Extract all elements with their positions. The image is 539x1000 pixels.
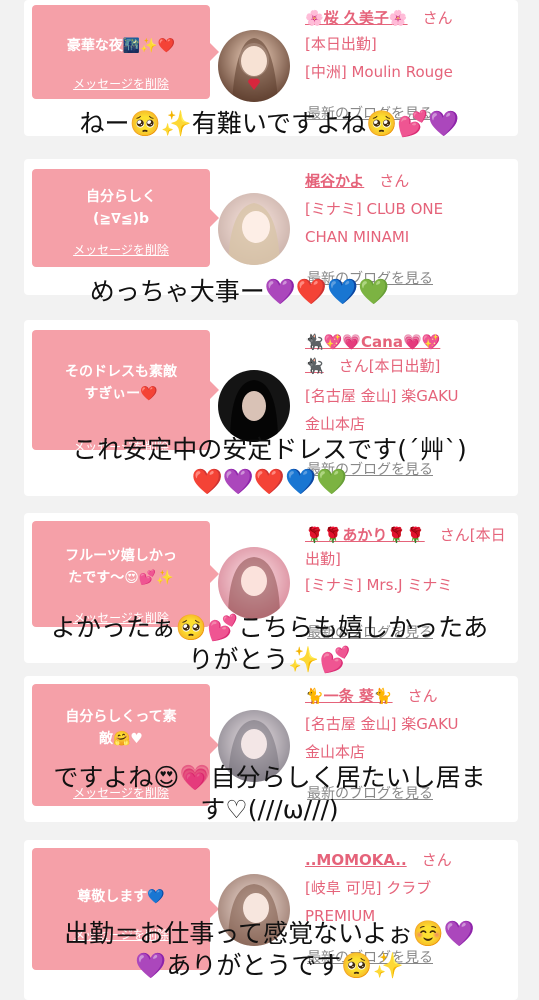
reply-caption: めっちゃ大事ー💜❤️💙💚 bbox=[89, 277, 390, 306]
avatar[interactable] bbox=[218, 370, 290, 442]
message-text: 尊敬します💙 bbox=[77, 889, 165, 905]
honorific: さん bbox=[422, 9, 453, 27]
cast-info: 🌹🌹あかり🌹🌹 さん[本日出勤] [ミナミ] Mrs.J ミナミ bbox=[305, 523, 515, 599]
message-text: 豪華な夜🌃✨❤️ bbox=[66, 38, 176, 54]
delete-message-link[interactable]: メッセージを削除 bbox=[32, 75, 210, 92]
cast-info: 🐈一条 葵🐈 さん [名古屋 金山] 楽GAKU 金山本店 bbox=[305, 684, 515, 766]
reply-caption: これ安定中の安定ドレスです(´艸`)❤️💜❤️💙💚 bbox=[72, 435, 467, 496]
cast-name-link[interactable]: 🐈‍⬛💖💗Cana💗💖 bbox=[305, 333, 440, 351]
message-bubble: 豪華な夜🌃✨❤️ メッセージを削除 bbox=[32, 5, 219, 99]
delete-message-link[interactable]: メッセージを削除 bbox=[32, 241, 210, 258]
message-card: 自分らしく (≧∇≦)b メッセージを削除 梶谷かよ さん [ミナミ] CLUB… bbox=[24, 159, 518, 295]
cast-name-link[interactable]: 🌹🌹あかり🌹🌹 bbox=[305, 526, 425, 544]
avatar-image bbox=[218, 30, 290, 102]
cast-name-link[interactable]: 🐈一条 葵🐈 bbox=[305, 687, 393, 705]
avatar[interactable] bbox=[218, 193, 290, 265]
honorific: さん bbox=[421, 851, 452, 869]
honorific: さん bbox=[379, 172, 410, 190]
cast-name-link-cont[interactable]: 🐈‍⬛ bbox=[305, 357, 324, 375]
cast-info: 🌸桜 久美子🌸 さん [本日出勤] [中洲] Moulin Rouge bbox=[305, 6, 515, 86]
cast-name-link[interactable]: ..MOMOKA.. bbox=[305, 851, 407, 869]
avatar-image bbox=[218, 193, 290, 265]
avatar-image bbox=[218, 547, 290, 619]
shop-info: [名古屋 金山] 楽GAKU 金山本店 bbox=[305, 715, 459, 761]
honorific: さん[本日出勤] bbox=[338, 357, 441, 375]
message-text: 自分らしく (≧∇≦)b bbox=[86, 189, 156, 227]
cast-name-link[interactable]: 梶谷かよ bbox=[305, 172, 364, 190]
shop-info: [ミナミ] Mrs.J ミナミ bbox=[305, 576, 453, 594]
message-list: 豪華な夜🌃✨❤️ メッセージを削除 🌸桜 久美子🌸 さん [本日出勤] [中洲]… bbox=[0, 0, 539, 1000]
cast-info: 梶谷かよ さん [ミナミ] CLUB ONE CHAN MINAMI bbox=[305, 169, 515, 251]
reply-caption: よかったぁ🥺💕こちらも嬉しかったあ りがとう✨💕 bbox=[50, 613, 489, 674]
cast-info: 🐈‍⬛💖💗Cana💗💖 🐈‍⬛ さん[本日出勤] [名古屋 金山] 楽GAKU … bbox=[305, 330, 515, 438]
reply-caption: ですよね😍💗自分らしく居たいし居ま す♡(///ω///) bbox=[53, 763, 486, 824]
message-bubble: 自分らしく (≧∇≦)b メッセージを削除 bbox=[32, 169, 219, 267]
message-text: そのドレスも素敵 すぎぃー❤️ bbox=[65, 364, 177, 402]
message-bubble: そのドレスも素敵 すぎぃー❤️ メッセージを削除 bbox=[32, 330, 219, 454]
avatar-image bbox=[218, 370, 290, 442]
message-text: 自分らしくって素 敵🤗♥ bbox=[65, 709, 177, 747]
shop-info: [本日出勤] [中洲] Moulin Rouge bbox=[305, 35, 453, 81]
avatar[interactable] bbox=[218, 547, 290, 619]
avatar[interactable] bbox=[218, 30, 290, 102]
shop-info: [ミナミ] CLUB ONE CHAN MINAMI bbox=[305, 200, 444, 246]
honorific: さん bbox=[407, 687, 438, 705]
shop-info: [名古屋 金山] 楽GAKU 金山本店 bbox=[305, 387, 459, 433]
cast-name-link[interactable]: 🌸桜 久美子🌸 bbox=[305, 9, 408, 27]
reply-caption: ねー🥺✨有難いですよね🥺💕💜 bbox=[79, 109, 460, 138]
message-text: フルーツ嬉しかっ たです～😍💕✨ bbox=[65, 548, 177, 586]
reply-caption: 出勤＝お仕事って感覚ないよぉ☺️💜 💜ありがとうです🥺✨ bbox=[64, 919, 475, 980]
